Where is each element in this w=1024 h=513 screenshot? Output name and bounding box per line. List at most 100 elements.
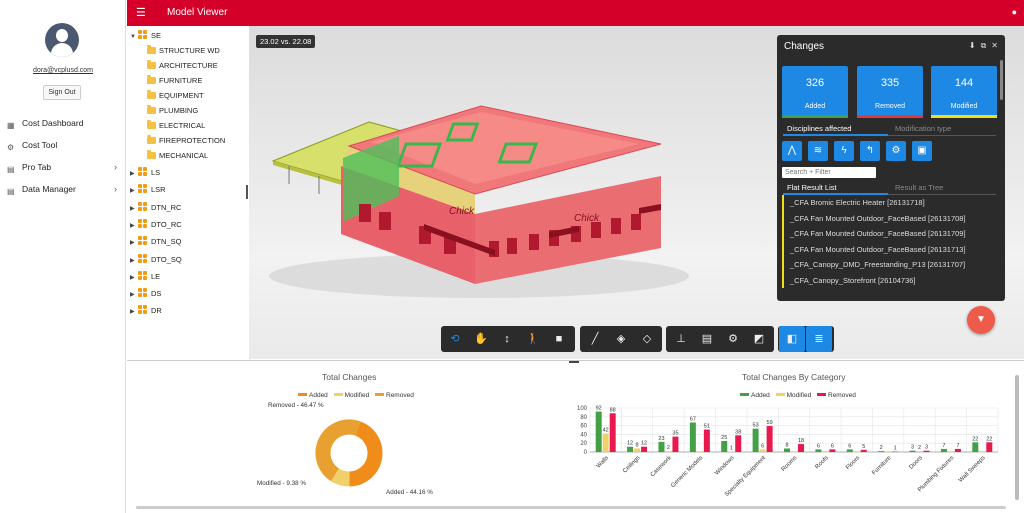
charts-horizontal-scrollbar[interactable] bbox=[136, 506, 1006, 509]
caret-right-icon[interactable]: ▶ bbox=[130, 291, 138, 298]
bar-modified[interactable] bbox=[916, 451, 923, 452]
menu-icon[interactable]: ☰ bbox=[136, 6, 146, 19]
bar-added[interactable] bbox=[721, 441, 728, 452]
camera-icon[interactable]: ■ bbox=[546, 326, 572, 352]
bar-added[interactable] bbox=[940, 448, 947, 452]
sign-out-button[interactable]: Sign Out bbox=[43, 85, 81, 100]
tree-node-child[interactable]: STRUCTURE WD bbox=[147, 45, 220, 55]
pie-slice-modified[interactable] bbox=[330, 468, 350, 487]
bell-icon[interactable]: ● bbox=[1012, 7, 1017, 17]
sidebar-item-pro-tab[interactable]: ▤ Pro Tab › bbox=[0, 156, 126, 178]
tree-node[interactable]: ▶ LE bbox=[130, 270, 160, 281]
caret-right-icon[interactable]: ▶ bbox=[130, 308, 138, 315]
tree-node-child[interactable]: EQUIPMENT bbox=[147, 90, 204, 100]
bar-modified[interactable] bbox=[602, 433, 609, 452]
measure-icon[interactable]: ╱ bbox=[582, 326, 608, 352]
electrical-icon[interactable]: ϟ bbox=[834, 141, 854, 161]
sidebar-item-cost-dashboard[interactable]: ▦ Cost Dashboard bbox=[0, 112, 126, 134]
tree-node-child[interactable]: ARCHITECTURE bbox=[147, 60, 218, 70]
tab-flat-result-list[interactable]: Flat Result List bbox=[787, 183, 837, 192]
bar-removed[interactable] bbox=[923, 450, 930, 452]
bar-added[interactable] bbox=[658, 441, 665, 452]
pie-slice-removed[interactable] bbox=[315, 419, 361, 482]
model-browser-icon[interactable]: ⊥ bbox=[668, 326, 694, 352]
sidebar-item-cost-tool[interactable]: ⚙ Cost Tool bbox=[0, 134, 126, 156]
bar-modified[interactable] bbox=[665, 451, 672, 452]
architecture-icon[interactable]: ⋀ bbox=[782, 141, 802, 161]
bar-added[interactable] bbox=[595, 411, 602, 452]
tree-node-child[interactable]: PLUMBING bbox=[147, 105, 198, 115]
popout-icon[interactable]: ⧉ bbox=[981, 41, 987, 50]
furniture-icon[interactable]: ▣ bbox=[912, 141, 932, 161]
panel-resize-handle[interactable] bbox=[569, 361, 579, 363]
walk-icon[interactable]: 🚶 bbox=[520, 326, 546, 352]
bar-removed[interactable] bbox=[829, 449, 836, 452]
tree-node[interactable]: ▶ DTN_SQ bbox=[130, 236, 181, 246]
caret-right-icon[interactable]: ▶ bbox=[130, 257, 138, 264]
caret-right-icon[interactable]: ▶ bbox=[130, 274, 138, 281]
plumbing-icon[interactable]: ↰ bbox=[860, 141, 880, 161]
zoom-icon[interactable]: ↕ bbox=[494, 326, 520, 352]
added-stat-card[interactable]: 326 Added bbox=[782, 66, 848, 118]
charts-vertical-scrollbar[interactable] bbox=[1015, 375, 1019, 500]
list-item[interactable]: _CFA Fan Mounted Outdoor_FaceBased [2613… bbox=[782, 226, 997, 242]
modified-stat-card[interactable]: 144 Modified bbox=[931, 66, 997, 118]
download-icon[interactable]: ⬇ bbox=[969, 41, 976, 50]
structure-icon[interactable]: ≋ bbox=[808, 141, 828, 161]
bar-added[interactable] bbox=[846, 449, 853, 452]
bar-removed[interactable] bbox=[798, 444, 804, 452]
caret-right-icon[interactable]: ▶ bbox=[130, 239, 138, 246]
tree-node[interactable]: ▶ LS bbox=[130, 167, 160, 177]
fullscreen-icon[interactable]: ◩ bbox=[746, 326, 772, 352]
tree-node[interactable]: ▶ DS bbox=[130, 288, 161, 298]
bar-added[interactable] bbox=[878, 451, 885, 452]
removed-stat-card[interactable]: 335 Removed bbox=[857, 66, 923, 118]
list-item[interactable]: _CFA Fan Mounted Outdoor_FaceBased [2613… bbox=[782, 210, 997, 226]
bar-added[interactable] bbox=[909, 450, 916, 452]
bar-modified[interactable] bbox=[759, 449, 766, 452]
close-icon[interactable]: ✕ bbox=[991, 41, 998, 50]
tree-node[interactable]: ▶ DTO_RC bbox=[130, 218, 182, 229]
compare-icon[interactable]: ◧ bbox=[779, 326, 805, 352]
tree-node-child[interactable]: FIREPROTECTION bbox=[147, 135, 225, 145]
list-item[interactable]: _CFA_Canopy_Storefront [26104736] bbox=[782, 272, 997, 288]
bar-removed[interactable] bbox=[860, 449, 867, 452]
bar-added[interactable] bbox=[972, 442, 979, 452]
tree-node-child[interactable]: MECHANICAL bbox=[147, 150, 208, 160]
pie-slice-added[interactable] bbox=[348, 421, 383, 487]
changes-scrollbar[interactable] bbox=[1000, 60, 1003, 100]
avatar[interactable] bbox=[45, 23, 79, 57]
tree-node[interactable]: ▶ DTN_RC bbox=[130, 201, 181, 212]
bar-removed[interactable] bbox=[609, 413, 616, 452]
section-icon[interactable]: ◈ bbox=[608, 326, 634, 352]
bar-added[interactable] bbox=[627, 446, 634, 452]
mechanical-icon[interactable]: ⚙ bbox=[886, 141, 906, 161]
orbit-icon[interactable]: ⟲ bbox=[442, 326, 468, 352]
tab-result-as-tree[interactable]: Result as Tree bbox=[895, 183, 943, 192]
bar-added[interactable] bbox=[815, 449, 822, 452]
bar-removed[interactable] bbox=[735, 435, 742, 452]
list-view-icon[interactable]: ≣ bbox=[806, 326, 832, 352]
tree-node-child[interactable]: FURNITURE bbox=[147, 75, 202, 85]
bar-removed[interactable] bbox=[954, 448, 961, 452]
caret-right-icon[interactable]: ▶ bbox=[130, 205, 138, 212]
properties-icon[interactable]: ▤ bbox=[694, 326, 720, 352]
tree-node[interactable]: ▶ DR bbox=[130, 305, 162, 315]
tab-modification-type[interactable]: Modification type bbox=[895, 124, 951, 133]
panel-resize-handle[interactable] bbox=[246, 185, 248, 199]
list-item[interactable]: _CFA Bromic Electric Heater [26131718] bbox=[782, 195, 997, 211]
list-item[interactable]: _CFA Fan Mounted Outdoor_FaceBased [2613… bbox=[782, 241, 997, 257]
explode-icon[interactable]: ◇ bbox=[634, 326, 660, 352]
bar-removed[interactable] bbox=[641, 446, 648, 452]
bar-removed[interactable] bbox=[766, 426, 773, 452]
tree-node-child[interactable]: ELECTRICAL bbox=[147, 120, 205, 130]
caret-right-icon[interactable]: ▶ bbox=[130, 187, 138, 194]
bar-removed[interactable] bbox=[986, 442, 993, 452]
caret-down-icon[interactable]: ▼ bbox=[130, 34, 138, 40]
tree-node[interactable]: ▶ LSR bbox=[130, 184, 166, 194]
caret-right-icon[interactable]: ▶ bbox=[130, 222, 138, 229]
bar-removed[interactable] bbox=[703, 429, 710, 452]
user-email[interactable]: dora@vcplusd.com bbox=[0, 67, 126, 74]
bar-removed[interactable] bbox=[672, 436, 679, 452]
tab-disciplines-affected[interactable]: Disciplines affected bbox=[787, 124, 851, 133]
